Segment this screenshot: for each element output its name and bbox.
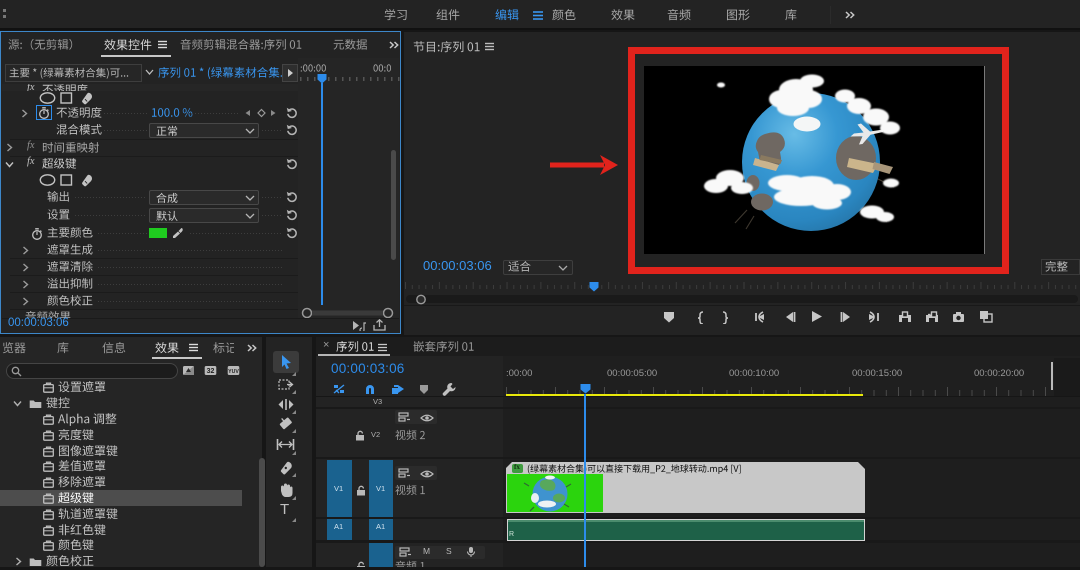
svg-text:32: 32 — [207, 368, 215, 375]
svg-text:YUV: YUV — [228, 369, 239, 375]
